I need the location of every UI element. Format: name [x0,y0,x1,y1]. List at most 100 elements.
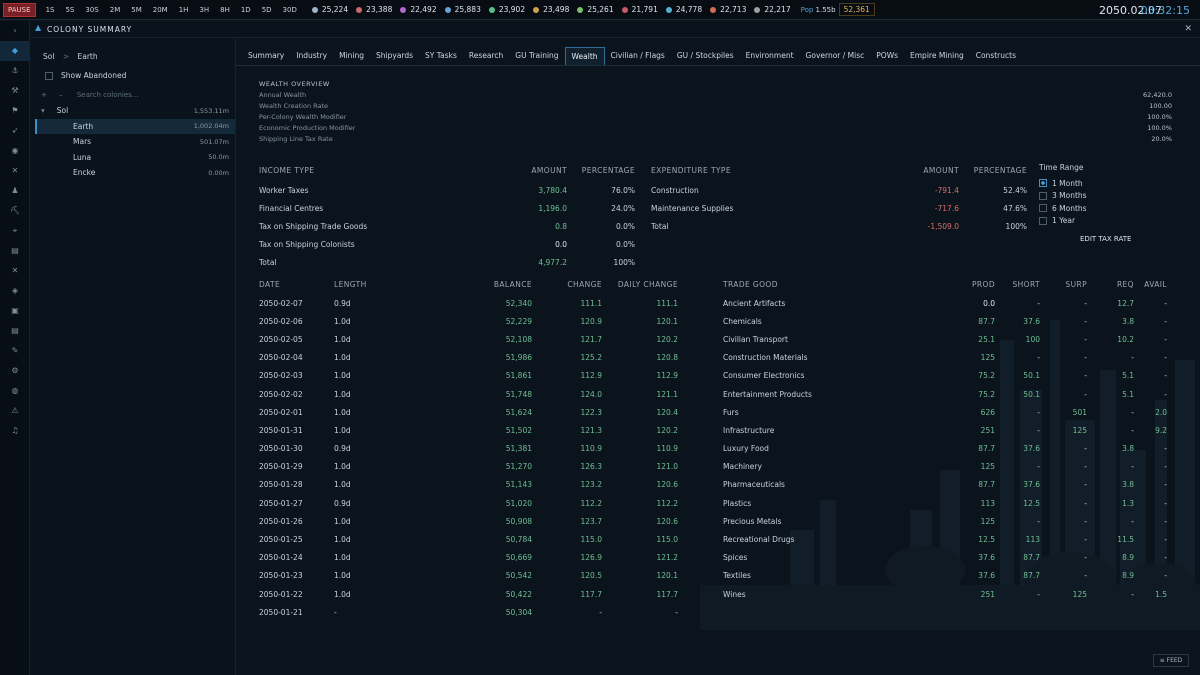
music-icon[interactable]: ♫ [0,421,30,441]
pickaxe-icon[interactable]: ⛏ [0,201,30,221]
history-cell: 112.2 [656,498,678,508]
trade-column-header: AVAIL [1144,279,1167,289]
anchor-icon[interactable]: ⚓ [0,61,30,81]
tab-gu-training[interactable]: GU Training [509,47,564,65]
wrench-icon[interactable]: ✎ [0,341,30,361]
income-row: Total 4,977.2 100% [259,254,637,272]
history-row: 2050-02-05 1.0d 52,108 121.7 120.2 [259,330,717,348]
time-range-option[interactable]: 6 Months [1039,202,1087,215]
history-cell: 2050-01-22 [259,589,303,599]
time-range-option[interactable]: 3 Months [1039,190,1087,203]
history-cell: 52,108 [505,334,532,344]
radio-button[interactable] [1039,216,1047,225]
tab-industry[interactable]: Industry [290,47,333,65]
tab-environment[interactable]: Environment [740,47,800,65]
trade-cell: 11.5 [1117,535,1134,545]
tab-civilian-flags[interactable]: Civilian / Flags [605,47,671,65]
history-row: 2050-01-31 1.0d 51,502 121.3 120.2 [259,421,717,439]
tab-wealth[interactable]: Wealth [564,47,605,65]
add-colony-button[interactable]: + [41,91,47,99]
show-abandoned-checkbox[interactable] [45,71,53,80]
colony-row[interactable]: Encke 0.00m [35,165,235,181]
document-icon[interactable]: ▤ [0,321,30,341]
trade-cell: - [1084,516,1087,526]
tab-mining[interactable]: Mining [333,47,370,65]
resource-icon [665,6,672,13]
fleet-icon[interactable]: ◆ [0,41,30,61]
resource-counter: 23,902 [488,5,525,14]
system-row[interactable]: ▾ Sol 1,553.11m [35,103,235,119]
radio-button[interactable] [1039,204,1047,213]
time-step-button[interactable]: 2M [106,6,128,14]
trade-cell: - [1164,334,1167,344]
trade-good-row: Plastics 113 12.5 - 1.3 - [723,494,1173,512]
time-step-button[interactable]: 30D [279,6,304,14]
tab-empire-mining[interactable]: Empire Mining [904,47,970,65]
gear-icon[interactable]: ⚙ [0,361,30,381]
time-step-button[interactable]: 8H [216,6,237,14]
crossed-swords-icon[interactable]: ✕ [0,161,30,181]
tab-gu-stockpiles[interactable]: GU / Stockpiles [671,47,740,65]
time-step-button[interactable]: 1D [237,6,258,14]
close-icon[interactable]: ✕ [0,261,30,281]
breadcrumb-root[interactable]: Sol [43,52,54,61]
wealth-indicator[interactable]: 52,361 [838,3,875,16]
telescope-icon[interactable]: ⌖ [0,221,30,241]
time-step-button[interactable]: 5M [127,6,149,14]
show-abandoned-toggle[interactable]: Show Abandoned [45,71,126,80]
trade-cell: - [1084,498,1087,508]
time-step-button[interactable]: 3H [195,6,216,14]
target-icon[interactable]: ◉ [0,141,30,161]
history-cell: 51,986 [505,353,532,363]
flag-icon[interactable]: ⚑ [0,101,30,121]
tab-governor-misc[interactable]: Governor / Misc [800,47,871,65]
rocket-icon[interactable]: ➶ [0,121,30,141]
feed-button[interactable]: ≡ FEED [1153,654,1189,667]
close-icon[interactable]: ✕ [1184,24,1192,34]
search-input[interactable]: Search colonies... [77,91,139,99]
time-step-button[interactable]: 30S [81,6,105,14]
tab-research[interactable]: Research [463,47,509,65]
trade-cell: 1.5 [1155,589,1167,599]
tab-summary[interactable]: Summary [242,47,290,65]
time-range-selector: Time Range 1 Month 3 Months 6 Months 1 Year [1039,163,1087,227]
time-step-button[interactable]: 1H [175,6,196,14]
edit-tax-rate-button[interactable]: EDIT TAX RATE [1080,235,1131,243]
time-step-button[interactable]: 5S [61,6,81,14]
warning-icon[interactable]: ⚠ [0,401,30,421]
box-icon[interactable]: ▣ [0,301,30,321]
radio-button[interactable] [1039,179,1047,188]
overview-row: Wealth Creation Rate 100.00 [259,102,1172,113]
radio-button[interactable] [1039,191,1047,200]
resource-value: 22,713 [720,5,747,14]
pause-button[interactable]: PAUSE [3,2,36,17]
history-cell: 1.0d [334,407,351,417]
overview-value: 20.0% [1151,135,1172,143]
colony-row[interactable]: Mars 501.07m [35,134,235,150]
clipboard-icon[interactable]: ▤ [0,241,30,261]
time-step-button[interactable]: 5D [258,6,279,14]
time-range-option[interactable]: 1 Month [1039,177,1087,190]
history-cell: 124.0 [580,389,602,399]
trade-cell: 12.7 [1117,298,1134,308]
expand-icon[interactable]: › [0,21,30,41]
colony-row[interactable]: Luna 50.0m [35,150,235,166]
remove-colony-button[interactable]: – [59,91,63,99]
colony-row[interactable]: Earth 1,002.04m [35,118,235,134]
tab-pows[interactable]: POWs [870,47,904,65]
hammer-icon[interactable]: ⚒ [0,81,30,101]
history-cell: 1.0d [334,462,351,472]
tab-constructs[interactable]: Constructs [970,47,1022,65]
time-step-button[interactable]: 1S [42,6,62,14]
tab-shipyards[interactable]: Shipyards [370,47,419,65]
time-range-option[interactable]: 1 Year [1039,215,1087,228]
trade-cell: Wines [723,589,746,599]
caret-down-icon[interactable]: ▾ [41,106,45,115]
colony-search[interactable]: + – Search colonies... [41,91,139,99]
tab-sy-tasks[interactable]: SY Tasks [419,47,463,65]
trade-cell: - [1164,516,1167,526]
time-step-button[interactable]: 20M [149,6,175,14]
globe-icon[interactable]: ◍ [0,381,30,401]
person-icon[interactable]: ♟ [0,181,30,201]
tag-icon[interactable]: ◈ [0,281,30,301]
